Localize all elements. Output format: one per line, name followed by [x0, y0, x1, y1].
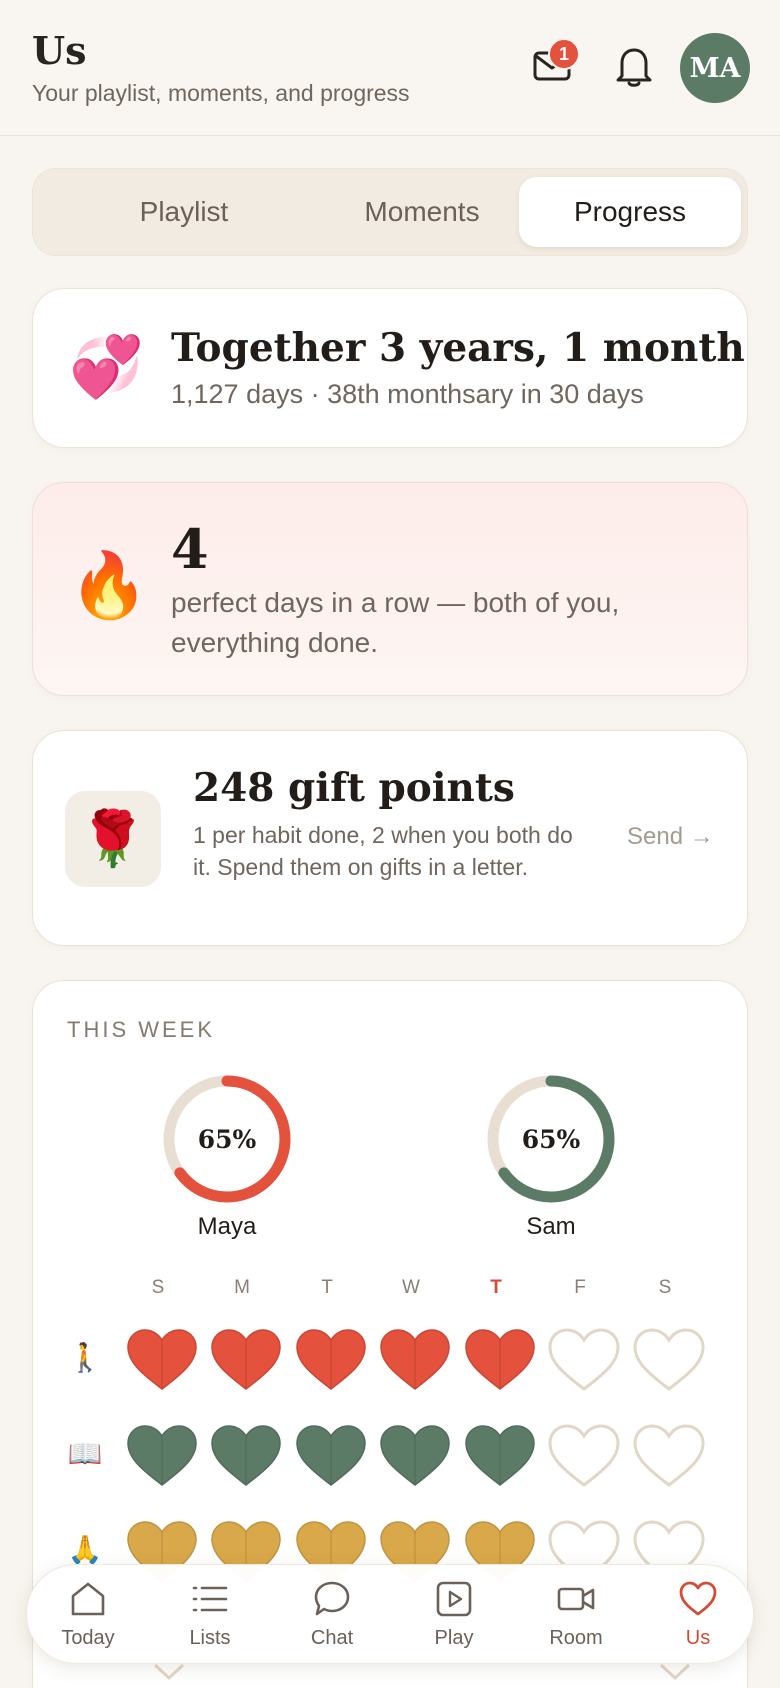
rose-icon: 🌹 — [65, 791, 161, 887]
tab-moments[interactable]: Moments — [311, 177, 533, 247]
day-header-today: T — [490, 1277, 502, 1298]
heart-filled-icon[interactable] — [378, 1327, 452, 1393]
nav-label: Room — [549, 1627, 603, 1649]
day-header: S — [658, 1277, 672, 1298]
segmented-tabs: Playlist Moments Progress — [32, 168, 748, 256]
chevron-down-icon — [153, 1663, 185, 1681]
nav-label: Play — [434, 1627, 474, 1649]
nav-label: Lists — [189, 1627, 231, 1649]
progress-ring-sam: 65% — [481, 1069, 621, 1209]
heart-filled-icon[interactable] — [209, 1423, 283, 1489]
heart-empty-icon[interactable] — [547, 1327, 621, 1393]
progress-percent: 65% — [197, 1124, 257, 1154]
user-avatar[interactable]: MA — [680, 33, 750, 103]
tab-progress[interactable]: Progress — [519, 177, 741, 247]
bell-icon — [616, 48, 652, 87]
day-header: T — [321, 1277, 333, 1298]
day-header: W — [402, 1277, 420, 1298]
heart-filled-icon[interactable] — [463, 1327, 537, 1393]
heart-filled-icon[interactable] — [294, 1423, 368, 1489]
chevron-down-icon — [659, 1663, 691, 1681]
progress-percent: 65% — [521, 1124, 581, 1154]
send-gift-link[interactable]: Send → — [627, 823, 714, 851]
heart-filled-icon[interactable] — [294, 1327, 368, 1393]
habit-icon: 🚶 — [67, 1342, 103, 1373]
play-icon — [436, 1581, 472, 1617]
video-camera-icon — [557, 1587, 595, 1611]
streak-count: 4 — [171, 517, 209, 581]
heart-filled-icon[interactable] — [463, 1423, 537, 1489]
streak-description: perfect days in a row — both of you, eve… — [171, 587, 620, 658]
nav-item-play[interactable]: Play — [399, 1573, 509, 1657]
streak-card: 🔥 4 perfect days in a row — both of you,… — [32, 482, 748, 696]
home-icon — [71, 1582, 105, 1616]
section-label: THIS WEEK — [67, 1017, 216, 1042]
nav-item-us[interactable]: Us — [643, 1573, 753, 1657]
gift-points-description: 1 per habit done, 2 when you both do it.… — [193, 822, 573, 880]
two-hearts-icon: 💞 — [69, 333, 144, 400]
together-subtitle: 1,127 days · 38th monthsary in 30 days — [171, 379, 644, 409]
nav-item-today[interactable]: Today — [33, 1573, 143, 1657]
nav-item-room[interactable]: Room — [521, 1573, 631, 1657]
heart-empty-icon[interactable] — [632, 1327, 706, 1393]
nav-label: Chat — [310, 1627, 354, 1649]
heart-filled-icon[interactable] — [125, 1423, 199, 1489]
heart-empty-icon[interactable] — [547, 1423, 621, 1489]
bottom-navigation: Today Lists Chat Play Room Us — [26, 1564, 754, 1664]
progress-ring-maya: 65% — [157, 1069, 297, 1209]
day-header: M — [234, 1277, 250, 1298]
heart-icon — [679, 1581, 717, 1616]
heart-filled-icon[interactable] — [125, 1327, 199, 1393]
together-card: 💞 Together 3 years, 1 month 1,127 days ·… — [32, 288, 748, 448]
fire-icon: 🔥 — [69, 549, 149, 621]
notifications-button[interactable] — [608, 40, 660, 92]
mail-unread-badge: 1 — [548, 38, 580, 70]
page-title: Us — [32, 28, 87, 73]
nav-label: Today — [61, 1627, 115, 1649]
day-header: S — [151, 1277, 165, 1298]
together-title: Together 3 years, 1 month — [171, 325, 745, 371]
heart-filled-icon[interactable] — [378, 1423, 452, 1489]
habit-icon: 📖 — [67, 1438, 103, 1469]
nav-label: Us — [685, 1627, 711, 1649]
tab-playlist[interactable]: Playlist — [73, 177, 295, 247]
heart-empty-icon[interactable] — [632, 1423, 706, 1489]
habit-icon: 🙏 — [67, 1534, 103, 1565]
person-name: Maya — [197, 1213, 257, 1240]
nav-item-chat[interactable]: Chat — [277, 1573, 387, 1657]
page-subtitle: Your playlist, moments, and progress — [32, 80, 410, 106]
day-header: F — [574, 1277, 586, 1298]
chat-bubble-icon — [314, 1581, 350, 1616]
list-icon — [192, 1586, 228, 1612]
gift-points-title: 248 gift points — [193, 765, 515, 811]
nav-item-lists[interactable]: Lists — [155, 1573, 265, 1657]
heart-filled-icon[interactable] — [209, 1327, 283, 1393]
gift-points-card: 🌹 248 gift points 1 per habit done, 2 wh… — [32, 730, 748, 946]
person-name: Sam — [526, 1213, 576, 1240]
app-header: Us Your playlist, moments, and progress … — [0, 0, 780, 136]
